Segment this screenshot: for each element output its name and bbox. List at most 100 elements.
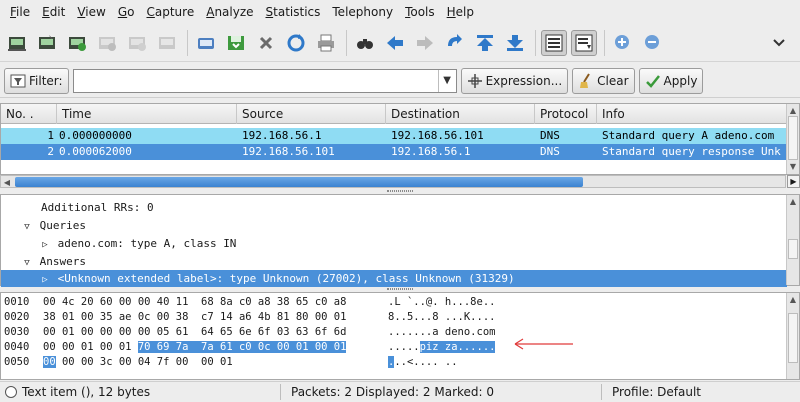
annotation-arrow-icon — [514, 338, 573, 350]
column-header-time[interactable]: Time — [57, 104, 237, 124]
expanded-triangle-icon[interactable]: ▽ — [21, 219, 33, 236]
bytes-ascii[interactable]: .L `..@. h...8e.. — [388, 295, 495, 310]
status-bar: Text item (), 12 bytes Packets: 2 Displa… — [0, 381, 800, 402]
filter-input[interactable]: ▼ — [72, 68, 457, 93]
zoom-in-icon[interactable] — [610, 30, 636, 56]
bytes-ascii[interactable]: ...<.... .. — [388, 355, 458, 370]
start-capture-icon[interactable] — [64, 30, 90, 56]
detail-additional-rrs[interactable]: Additional RRs: 0 — [1, 199, 787, 216]
open-file-icon[interactable] — [193, 30, 219, 56]
details-vscrollbar[interactable]: ▲ — [786, 195, 799, 285]
column-header-protocol[interactable]: Protocol — [535, 104, 597, 124]
status-profile[interactable]: Profile: Default — [612, 385, 701, 399]
scroll-right-icon[interactable]: ▶ — [787, 175, 800, 188]
menu-capture[interactable]: Capture — [140, 0, 200, 24]
bytes-hex-highlight: 70 69 7a 7a 61 c0 0c 00 01 00 01 — [137, 341, 347, 353]
restart-capture-icon[interactable] — [124, 30, 150, 56]
menu-help[interactable]: Help — [441, 0, 480, 24]
apply-button[interactable]: Apply — [638, 67, 704, 94]
menu-edit[interactable]: Edit — [36, 0, 71, 24]
menu-label: apture — [154, 5, 195, 19]
menu-file[interactable]: File — [4, 0, 36, 24]
menu-label: iew — [85, 5, 106, 19]
scroll-up-icon[interactable]: ▲ — [787, 293, 799, 305]
bytes-hex[interactable]: 38 01 00 35 ae 0c 00 38 c7 14 a6 4b 81 8… — [43, 310, 346, 325]
vscroll-thumb[interactable] — [788, 116, 798, 160]
filter-dropdown-chevron-icon[interactable]: ▼ — [437, 69, 456, 92]
scroll-up-icon[interactable]: ▲ — [787, 195, 799, 207]
menu-tools[interactable]: Tools — [399, 0, 441, 24]
scroll-up-icon[interactable]: ▲ — [787, 104, 799, 116]
close-file-icon[interactable] — [253, 30, 279, 56]
menu-mnemonic: E — [42, 5, 50, 19]
detail-query-entry[interactable]: ▷ adeno.com: type A, class IN — [1, 235, 787, 252]
menu-analyze[interactable]: Analyze — [200, 0, 259, 24]
column-header-source[interactable]: Source — [237, 104, 386, 124]
packet-row[interactable]: 1 0.000000000 192.168.56.1 192.168.56.10… — [1, 128, 787, 144]
go-first-icon[interactable] — [472, 30, 498, 56]
bytes-ascii[interactable]: 8..5...8 ...K.... — [388, 310, 495, 325]
menu-telephony[interactable]: Telephony — [326, 0, 399, 24]
bytes-hex[interactable]: 00 00 01 00 01 70 69 7a 7a 61 c0 0c 00 0… — [43, 340, 347, 355]
go-to-packet-icon[interactable] — [442, 30, 468, 56]
detail-text: adeno.com: type A, class IN — [57, 237, 237, 250]
hscroll-thumb[interactable] — [15, 177, 583, 187]
interface-list-icon[interactable] — [4, 30, 30, 56]
clear-button[interactable]: Clear — [572, 67, 635, 94]
bytes-hex[interactable]: 00 4c 20 60 00 00 40 11 68 8a c0 a8 38 6… — [43, 295, 346, 310]
bytes-hex[interactable]: 00 01 00 00 00 00 05 61 64 65 6e 6f 03 6… — [43, 325, 346, 340]
restart-disabled-icon[interactable] — [154, 30, 180, 56]
zoom-out-icon[interactable] — [640, 30, 666, 56]
vscroll-thumb[interactable] — [788, 239, 798, 259]
plus-icon — [467, 73, 482, 88]
print-icon[interactable] — [313, 30, 339, 56]
go-forward-icon[interactable] — [412, 30, 438, 56]
toolbar-overflow-chevron-icon[interactable] — [766, 30, 792, 56]
scroll-down-icon[interactable]: ▼ — [787, 160, 799, 172]
column-header-no[interactable]: No. . — [1, 104, 57, 124]
collapsed-triangle-icon[interactable]: ▷ — [39, 237, 51, 254]
detail-queries[interactable]: ▽ Queries — [1, 217, 787, 234]
bytes-hex[interactable]: 00 00 00 3c 00 04 7f 00 00 01 — [43, 355, 233, 370]
packet-list-hscrollbar[interactable]: ◀ — [0, 175, 786, 188]
capture-options-icon[interactable] — [34, 30, 60, 56]
column-header-destination[interactable]: Destination — [386, 104, 535, 124]
menu-label: nalyze — [214, 5, 254, 19]
colorize-packet-list-icon[interactable] — [541, 29, 567, 56]
packet-destination: 192.168.56.101 — [391, 129, 484, 142]
bytes-hex-plain: 00 00 01 00 01 — [43, 341, 138, 353]
packet-no: 2 — [47, 145, 54, 158]
find-packet-icon[interactable] — [352, 30, 378, 56]
bytes-ascii[interactable]: .......a deno.com — [388, 325, 495, 340]
packet-list-vscrollbar[interactable]: ▲ ▼ — [786, 104, 799, 174]
auto-scroll-icon[interactable] — [571, 29, 597, 56]
menu-statistics[interactable]: Statistics — [260, 0, 327, 24]
detail-answer-entry-selected[interactable]: ▷ <Unknown extended label>: type Unknown… — [1, 270, 787, 287]
main-toolbar — [0, 24, 800, 62]
reload-icon[interactable] — [283, 30, 309, 56]
detail-answers[interactable]: ▽ Answers — [1, 253, 787, 270]
expert-info-icon[interactable] — [4, 385, 18, 399]
menu-view[interactable]: View — [71, 0, 111, 24]
stop-capture-icon[interactable] — [94, 30, 120, 56]
menu-go[interactable]: Go — [112, 0, 141, 24]
expression-button[interactable]: Expression... — [460, 67, 569, 94]
filter-button[interactable]: Filter: — [4, 67, 69, 94]
menu-mnemonic: S — [265, 5, 274, 19]
go-last-icon[interactable] — [502, 30, 528, 56]
vscroll-thumb[interactable] — [788, 313, 798, 363]
save-file-icon[interactable] — [223, 30, 249, 56]
scroll-left-icon[interactable]: ◀ — [1, 176, 13, 188]
expression-label: Expression... — [485, 73, 563, 88]
toolbar-separator — [187, 29, 188, 56]
status-field-info: Text item (), 12 bytes — [22, 385, 151, 399]
menubar: File Edit View Go Capture Analyze Statistics Te… — [0, 0, 800, 24]
column-header-info[interactable]: Info — [597, 104, 787, 124]
filter-icon — [10, 74, 26, 87]
packet-row[interactable]: 2 0.000062000 192.168.56.101 192.168.56.… — [1, 144, 787, 160]
bytes-offset: 0040 — [4, 341, 30, 353]
bytes-vscrollbar[interactable]: ▲ — [786, 293, 799, 379]
bytes-ascii[interactable]: .....piz za...... — [388, 340, 496, 355]
menu-label: tatistics — [273, 5, 321, 19]
go-back-icon[interactable] — [382, 30, 408, 56]
